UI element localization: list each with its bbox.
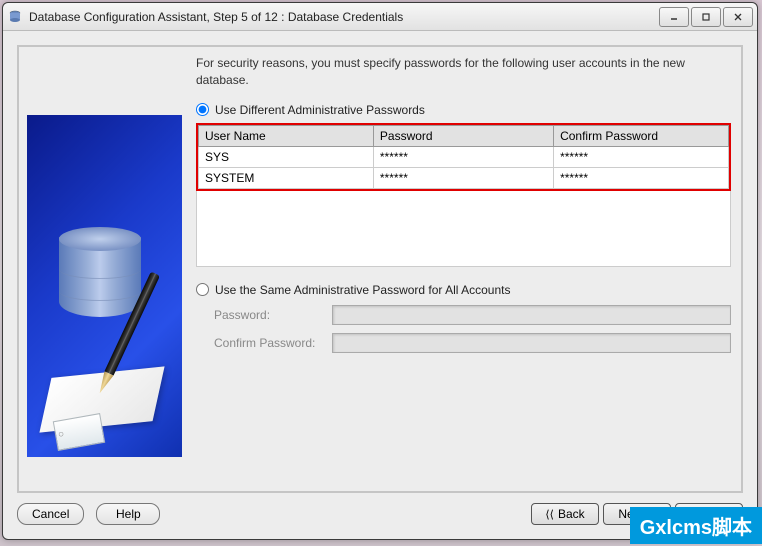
- cell-password[interactable]: ******: [373, 167, 553, 188]
- radio-same-label: Use the Same Administrative Password for…: [215, 283, 510, 297]
- table-empty-area: [196, 191, 731, 267]
- radio-different-label: Use Different Administrative Passwords: [215, 103, 425, 117]
- cancel-button[interactable]: Cancel: [17, 503, 84, 525]
- cell-user[interactable]: SYS: [199, 146, 374, 167]
- wizard-sidebar-image: [27, 115, 182, 457]
- credentials-table-highlight: User Name Password Confirm Password SYS …: [196, 123, 731, 191]
- confirm-row: Confirm Password:: [214, 333, 731, 353]
- password-row: Password:: [214, 305, 731, 325]
- table-row[interactable]: SYSTEM ****** ******: [199, 167, 729, 188]
- password-label: Password:: [214, 308, 332, 322]
- minimize-button[interactable]: [659, 7, 689, 27]
- titlebar: Database Configuration Assistant, Step 5…: [3, 3, 757, 31]
- window-title: Database Configuration Assistant, Step 5…: [29, 10, 659, 24]
- content-area: For security reasons, you must specify p…: [3, 31, 757, 539]
- watermark: Gxlcms脚本: [630, 507, 762, 544]
- col-password: Password: [373, 125, 553, 146]
- cell-user[interactable]: SYSTEM: [199, 167, 374, 188]
- back-label: Back: [558, 507, 585, 521]
- option-same-password[interactable]: Use the Same Administrative Password for…: [196, 283, 731, 297]
- close-button[interactable]: [723, 7, 753, 27]
- maximize-button[interactable]: [691, 7, 721, 27]
- wizard-window: Database Configuration Assistant, Step 5…: [2, 2, 758, 540]
- radio-same[interactable]: [196, 283, 209, 296]
- back-arrow-icon: ⟨⟨: [545, 508, 554, 521]
- radio-different[interactable]: [196, 103, 209, 116]
- confirm-input: [332, 333, 731, 353]
- app-icon: [7, 9, 23, 25]
- cell-confirm[interactable]: ******: [554, 146, 729, 167]
- inner-panel: For security reasons, you must specify p…: [17, 45, 743, 493]
- window-controls: [659, 7, 753, 27]
- confirm-label: Confirm Password:: [214, 336, 332, 350]
- cell-password[interactable]: ******: [373, 146, 553, 167]
- option-different-passwords[interactable]: Use Different Administrative Passwords: [196, 103, 731, 117]
- same-password-section: Use the Same Administrative Password for…: [196, 283, 731, 353]
- back-button[interactable]: ⟨⟨ Back: [531, 503, 599, 525]
- cell-confirm[interactable]: ******: [554, 167, 729, 188]
- col-username: User Name: [199, 125, 374, 146]
- table-row[interactable]: SYS ****** ******: [199, 146, 729, 167]
- col-confirm: Confirm Password: [554, 125, 729, 146]
- help-button[interactable]: Help: [96, 503, 160, 525]
- password-input: [332, 305, 731, 325]
- intro-text: For security reasons, you must specify p…: [196, 55, 731, 89]
- main-area: For security reasons, you must specify p…: [182, 55, 731, 483]
- credentials-table: User Name Password Confirm Password SYS …: [198, 125, 729, 189]
